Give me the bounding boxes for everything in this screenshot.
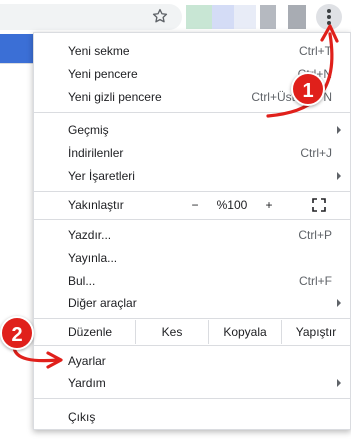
extension-icon[interactable] <box>186 5 212 29</box>
menu-separator <box>34 219 350 220</box>
menu-item-exit[interactable]: Çıkış <box>34 405 350 428</box>
extension-icon[interactable] <box>234 5 256 29</box>
edit-label: Düzenle <box>68 325 113 339</box>
menu-item-print[interactable]: Yazdır... Ctrl+P <box>34 223 350 246</box>
menu-item-history[interactable]: Geçmiş <box>34 118 350 141</box>
step-badge-2: 2 <box>0 316 34 350</box>
step-badge-1: 1 <box>291 72 325 106</box>
menu-separator <box>34 398 350 399</box>
edit-row: Düzenle Kes Kopyala Yapıştır <box>34 320 350 344</box>
menu-separator <box>34 318 350 319</box>
zoom-row: Yakınlaştır − %100 + <box>34 193 350 217</box>
menu-item-label: Yeni sekme <box>68 43 130 58</box>
menu-item-shortcut: Ctrl+P <box>298 227 332 242</box>
kebab-menu-icon[interactable] <box>316 4 342 30</box>
menu-item-shortcut: Ctrl+F <box>299 273 332 288</box>
menu-item-label: Yayınla... <box>68 250 118 265</box>
zoom-label: Yakınlaştır <box>68 198 124 212</box>
menu-item-more-tools[interactable]: Diğer araçlar <box>34 291 350 314</box>
extension-icon[interactable] <box>212 5 234 29</box>
menu-item-label: Yeni pencere <box>68 66 138 81</box>
submenu-arrow-icon <box>337 125 341 134</box>
zoom-in-button[interactable]: + <box>256 193 282 217</box>
submenu-arrow-icon <box>337 171 341 180</box>
menu-item-label: Diğer araçlar <box>68 295 137 310</box>
menu-item-settings[interactable]: Ayarlar <box>34 349 350 372</box>
menu-item-shortcut: Ctrl+T <box>299 43 332 58</box>
copy-button[interactable]: Kopyala <box>208 320 281 344</box>
menu-separator <box>34 191 350 192</box>
menu-item-bookmarks[interactable]: Yer İşaretleri <box>34 164 350 187</box>
menu-item-label: Çıkış <box>68 409 96 424</box>
menu-item-help[interactable]: Yardım <box>34 371 350 394</box>
menu-item-label: Yeni gizli pencere <box>68 89 162 104</box>
menu-item-cast[interactable]: Yayınla... <box>34 246 350 269</box>
menu-item-new-tab[interactable]: Yeni sekme Ctrl+T <box>34 39 350 62</box>
menu-separator <box>34 345 350 346</box>
menu-item-downloads[interactable]: İndirilenler Ctrl+J <box>34 141 350 164</box>
menu-item-label: Yer İşaretleri <box>68 168 135 183</box>
browser-toolbar <box>0 0 351 34</box>
star-icon[interactable] <box>151 7 169 25</box>
menu-item-label: Geçmiş <box>68 122 109 137</box>
zoom-level: %100 <box>216 198 248 212</box>
submenu-arrow-icon <box>337 378 341 387</box>
extension-icon[interactable] <box>260 5 276 29</box>
zoom-out-button[interactable]: − <box>182 193 208 217</box>
cut-button[interactable]: Kes <box>135 320 208 344</box>
menu-item-label: Bul... <box>68 273 96 288</box>
extension-icon[interactable] <box>288 5 306 29</box>
menu-item-label: Yardım <box>68 375 106 390</box>
menu-item-label: İndirilenler <box>68 145 124 160</box>
paste-button[interactable]: Yapıştır <box>281 320 350 344</box>
menu-item-label: Yazdır... <box>68 227 112 242</box>
menu-separator <box>34 112 350 113</box>
fullscreen-icon[interactable] <box>312 198 326 212</box>
submenu-arrow-icon <box>337 298 341 307</box>
menu-item-label: Ayarlar <box>68 353 106 368</box>
menu-item-find[interactable]: Bul... Ctrl+F <box>34 269 350 292</box>
menu-item-shortcut: Ctrl+J <box>300 145 332 160</box>
